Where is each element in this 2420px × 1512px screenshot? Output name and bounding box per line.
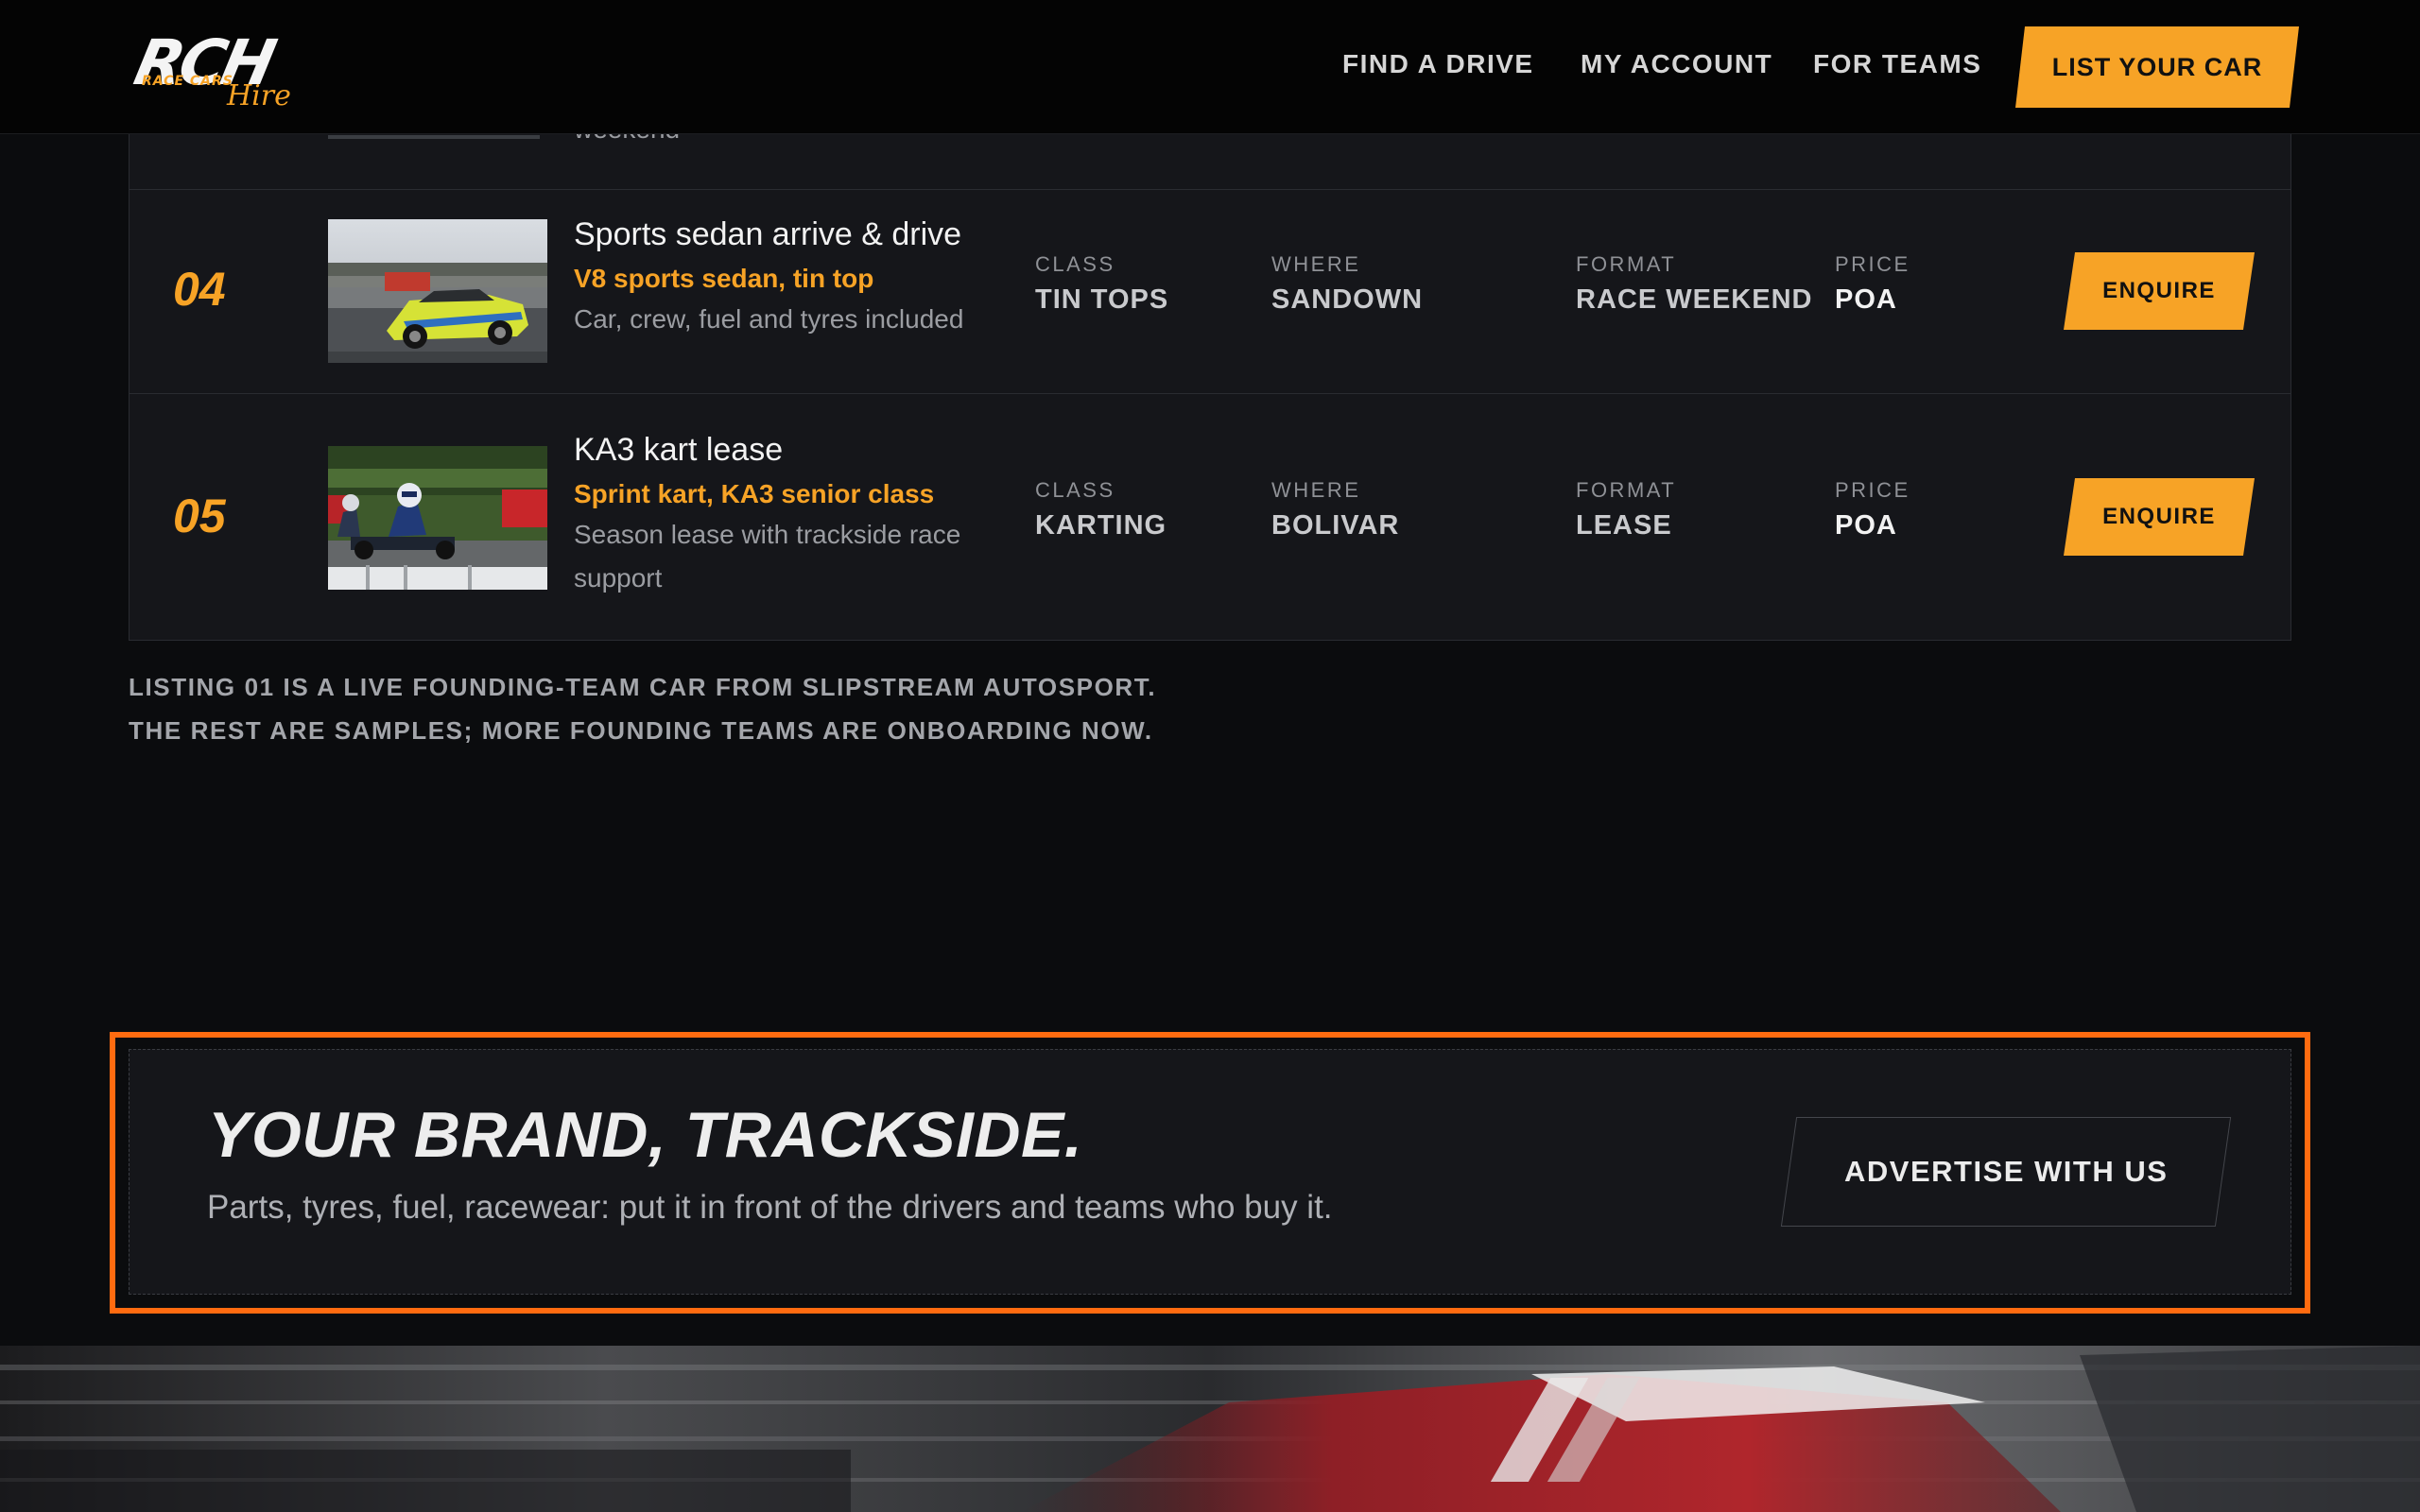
enquire-button[interactable]: ENQUIRE — [2064, 252, 2255, 330]
price-label: PRICE — [1835, 478, 1910, 502]
listing-title[interactable]: KA3 kart lease — [574, 432, 783, 469]
ad-subtitle: Parts, tyres, fuel, racewear: put it in … — [207, 1189, 1333, 1226]
ad-title: YOUR BRAND, TRACKSIDE. — [208, 1099, 1083, 1171]
listing-row-05[interactable]: 05 KA3 kart lease Sprint kart, KA3 senio… — [130, 393, 2290, 642]
class-label: CLASS — [1035, 478, 1115, 502]
advertise-with-us-button[interactable]: ADVERTISE WITH US — [1780, 1117, 2232, 1227]
advertise-button-label: ADVERTISE WITH US — [1843, 1155, 2169, 1188]
listing-row-04[interactable]: 04 Sports sedan arrive & drive V8 sports… — [130, 189, 2290, 393]
sports-sedan-photo — [328, 219, 547, 363]
listing-subtitle: Sprint kart, KA3 senior class — [574, 479, 935, 508]
price-value: POA — [1835, 510, 1897, 541]
where-value: BOLIVAR — [1271, 510, 1400, 541]
format-label: FORMAT — [1576, 252, 1677, 276]
nav-find-a-drive[interactable]: FIND A DRIVE — [1342, 49, 1534, 79]
format-value: LEASE — [1576, 510, 1672, 541]
kart-photo — [328, 446, 547, 590]
listings-footnote-line-1: LISTING 01 IS A LIVE FOUNDING-TEAM CAR F… — [129, 673, 1157, 701]
listings-footnote-line-2: THE REST ARE SAMPLES; MORE FOUNDING TEAM… — [129, 716, 1153, 745]
listings-table: weekend 04 — [129, 57, 2291, 641]
listing-number: 04 — [173, 263, 226, 316]
listing-description: Car, crew, fuel and tyres included — [574, 304, 964, 334]
listing-photo-edge — [328, 135, 540, 139]
nav-my-account[interactable]: MY ACCOUNT — [1581, 49, 1772, 79]
site-header: RCH RACE CARS Hire FIND A DRIVE MY ACCOU… — [0, 0, 2420, 134]
nav-for-teams[interactable]: FOR TEAMS — [1813, 49, 1981, 79]
listing-photo-sedan[interactable] — [328, 219, 547, 363]
where-value: SANDOWN — [1271, 284, 1424, 315]
enquire-button[interactable]: ENQUIRE — [2064, 478, 2255, 556]
listing-description: Season lease with trackside race support — [574, 520, 961, 593]
listing-number: 05 — [173, 490, 226, 542]
class-value: KARTING — [1035, 510, 1167, 541]
motion-blur-race-car-photo — [0, 1346, 2420, 1512]
listing-title[interactable]: Sports sedan arrive & drive — [574, 216, 961, 253]
format-value: RACE WEEKEND — [1576, 284, 1813, 315]
class-label: CLASS — [1035, 252, 1115, 276]
format-label: FORMAT — [1576, 478, 1677, 502]
where-label: WHERE — [1271, 252, 1361, 276]
list-your-car-button[interactable]: LIST YOUR CAR — [2015, 26, 2299, 108]
listing-subtitle: V8 sports sedan, tin top — [574, 264, 874, 293]
rch-race-cars-hire-logo[interactable]: RCH RACE CARS Hire — [129, 23, 384, 112]
class-value: TIN TOPS — [1035, 284, 1169, 315]
logo-subtext: RACE CARS — [142, 74, 233, 89]
listing-photo-kart[interactable] — [328, 446, 547, 590]
price-value: POA — [1835, 284, 1897, 315]
race-hero-image — [0, 1346, 2420, 1512]
where-label: WHERE — [1271, 478, 1361, 502]
logo-script: Hire — [227, 79, 291, 112]
price-label: PRICE — [1835, 252, 1910, 276]
